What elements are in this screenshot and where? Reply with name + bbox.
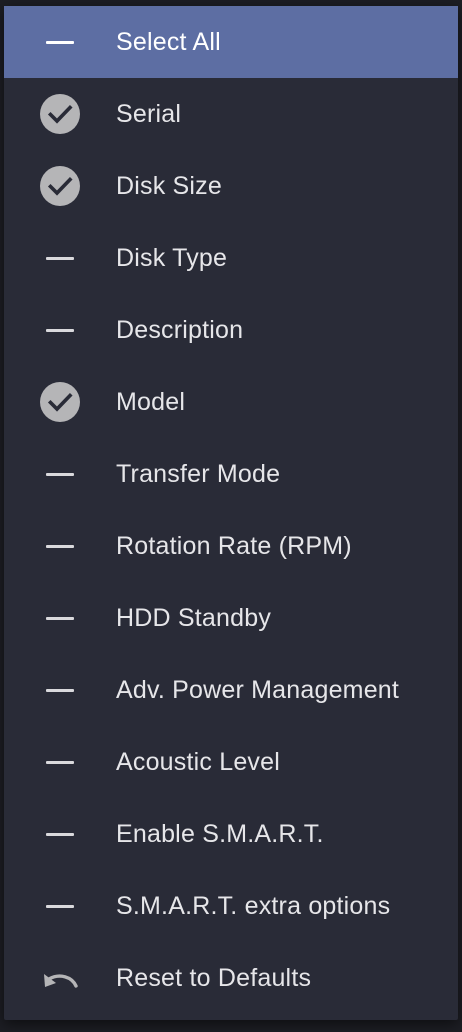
menu-item-enable-smart[interactable]: Enable S.M.A.R.T.	[4, 798, 458, 870]
menu-item-label: Serial	[116, 99, 182, 128]
menu-item-label: Enable S.M.A.R.T.	[116, 819, 324, 848]
dash-icon	[40, 814, 80, 854]
menu-item-disk-size[interactable]: Disk Size	[4, 150, 458, 222]
menu-item-label: Select All	[116, 27, 221, 56]
menu-item-description[interactable]: Description	[4, 294, 458, 366]
menu-item-disk-type[interactable]: Disk Type	[4, 222, 458, 294]
menu-item-label: Acoustic Level	[116, 747, 280, 776]
menu-item-label: Disk Size	[116, 171, 222, 200]
menu-item-transfer-mode[interactable]: Transfer Mode	[4, 438, 458, 510]
dash-icon	[40, 22, 80, 62]
menu-item-acoustic-level[interactable]: Acoustic Level	[4, 726, 458, 798]
dash-icon	[40, 886, 80, 926]
dash-icon	[40, 526, 80, 566]
dash-icon	[40, 310, 80, 350]
check-circle-icon	[40, 166, 80, 206]
undo-icon	[40, 958, 80, 998]
menu-item-model[interactable]: Model	[4, 366, 458, 438]
menu-item-select-all[interactable]: Select All	[4, 6, 458, 78]
check-circle-icon	[40, 382, 80, 422]
menu-item-reset-to-defaults[interactable]: Reset to Defaults	[4, 942, 458, 1014]
menu-item-label: Description	[116, 315, 244, 344]
dash-icon	[40, 670, 80, 710]
check-circle-icon	[40, 94, 80, 134]
menu-item-serial[interactable]: Serial	[4, 78, 458, 150]
column-toggle-menu: Select All Serial Disk Size Disk Type De…	[4, 6, 458, 1020]
menu-item-label: Adv. Power Management	[116, 675, 400, 704]
menu-item-label: S.M.A.R.T. extra options	[116, 891, 391, 920]
menu-item-label: Reset to Defaults	[116, 963, 312, 992]
dash-icon	[40, 598, 80, 638]
menu-item-smart-extra-options[interactable]: S.M.A.R.T. extra options	[4, 870, 458, 942]
menu-item-label: Model	[116, 387, 186, 416]
menu-item-hdd-standby[interactable]: HDD Standby	[4, 582, 458, 654]
menu-item-label: HDD Standby	[116, 603, 272, 632]
menu-item-label: Transfer Mode	[116, 459, 281, 488]
menu-item-label: Rotation Rate (RPM)	[116, 531, 352, 560]
menu-item-label: Disk Type	[116, 243, 228, 272]
dash-icon	[40, 238, 80, 278]
menu-item-rotation-rate[interactable]: Rotation Rate (RPM)	[4, 510, 458, 582]
dash-icon	[40, 742, 80, 782]
menu-item-adv-power-management[interactable]: Adv. Power Management	[4, 654, 458, 726]
dash-icon	[40, 454, 80, 494]
